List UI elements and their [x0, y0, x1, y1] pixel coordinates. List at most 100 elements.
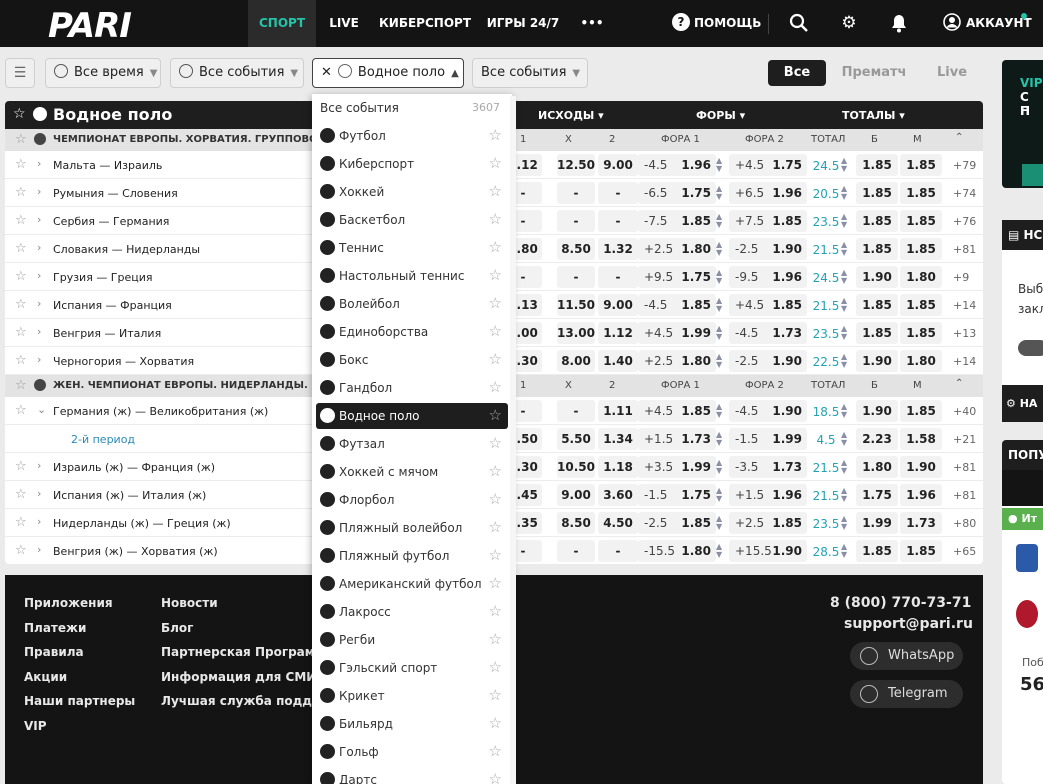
- arrows-icon[interactable]: ▲ ▼: [841, 403, 847, 419]
- more-markets[interactable]: +81: [953, 243, 976, 256]
- under-odds-cell[interactable]: 1.96: [900, 484, 942, 506]
- over-odds-cell[interactable]: 1.99: [856, 512, 898, 534]
- match-name[interactable]: Нидерланды (ж) — Греция (ж): [53, 517, 231, 530]
- star-icon[interactable]: ☆: [489, 322, 502, 340]
- footer-link[interactable]: Партнерская Программа: [161, 645, 333, 659]
- odds-cell-2[interactable]: -: [598, 210, 638, 232]
- star-icon[interactable]: ☆: [489, 126, 502, 144]
- odds-cell-x[interactable]: -: [557, 266, 595, 288]
- arrows-icon[interactable]: ▲ ▼: [841, 325, 847, 341]
- dropdown-sport-item[interactable]: Американский футбол ☆: [316, 571, 508, 597]
- handicap-2-cell[interactable]: +1.5 1.96: [729, 484, 807, 506]
- handicap-1-cell[interactable]: -6.5 1.75: [638, 182, 716, 204]
- arrows-icon[interactable]: ▲ ▼: [841, 431, 847, 447]
- star-icon[interactable]: ☆: [15, 241, 27, 256]
- star-icon[interactable]: ☆: [489, 350, 502, 368]
- match-name[interactable]: Мальта — Израиль: [53, 159, 162, 172]
- arrows-icon[interactable]: ▲ ▼: [716, 157, 722, 173]
- arrows-icon[interactable]: ▲ ▼: [716, 515, 722, 531]
- arrows-icon[interactable]: ▲ ▼: [841, 213, 847, 229]
- dropdown-sport-item[interactable]: Крикет ☆: [316, 683, 508, 709]
- promo-banner[interactable]: VIP С Н П: [1002, 60, 1043, 188]
- over-odds-cell[interactable]: 1.85: [856, 322, 898, 344]
- arrows-icon[interactable]: ▲ ▼: [716, 269, 722, 285]
- telegram-button[interactable]: Telegram: [850, 680, 963, 708]
- dropdown-sport-item[interactable]: Гэльский спорт ☆: [316, 655, 508, 681]
- dropdown-sport-item[interactable]: Гольф ☆: [316, 739, 508, 765]
- group-totals[interactable]: ТОТАЛЫ ▾: [842, 109, 905, 122]
- over-odds-cell[interactable]: 1.90: [856, 266, 898, 288]
- dropdown-sport-item[interactable]: Хоккей ☆: [316, 179, 508, 205]
- arrows-icon[interactable]: ▲ ▼: [841, 459, 847, 475]
- whatsapp-button[interactable]: WhatsApp: [850, 642, 963, 670]
- popular-tabs[interactable]: [1002, 470, 1043, 506]
- dropdown-all-events[interactable]: Все события 3607: [316, 95, 508, 121]
- odds-cell-2[interactable]: 1.11: [598, 400, 638, 422]
- search-icon[interactable]: [789, 13, 809, 33]
- more-markets[interactable]: +80: [953, 517, 976, 530]
- under-odds-cell[interactable]: 1.85: [900, 540, 942, 562]
- handicap-1-cell[interactable]: +2.5 1.80: [638, 238, 716, 260]
- segment-prematch[interactable]: Прематч: [838, 60, 910, 86]
- handicap-1-cell[interactable]: -15.5 1.80: [638, 540, 716, 562]
- period-name[interactable]: 2-й период: [71, 433, 135, 446]
- chevron-right-icon[interactable]: ›: [37, 325, 41, 338]
- promo-button[interactable]: [1022, 164, 1043, 186]
- over-odds-cell[interactable]: 1.75: [856, 484, 898, 506]
- under-odds-cell[interactable]: 1.85: [900, 400, 942, 422]
- star-icon[interactable]: ☆: [15, 459, 27, 474]
- match-name[interactable]: Грузия — Греция: [53, 271, 153, 284]
- dropdown-sport-item[interactable]: Теннис ☆: [316, 235, 508, 261]
- handicap-1-cell[interactable]: +4.5 1.99: [638, 322, 716, 344]
- odds-cell-x[interactable]: 10.50: [557, 456, 595, 478]
- star-icon[interactable]: ☆: [489, 546, 502, 564]
- arrows-icon[interactable]: ▲ ▼: [716, 297, 722, 313]
- arrows-icon[interactable]: ▲ ▼: [716, 353, 722, 369]
- chevron-right-icon[interactable]: ›: [37, 213, 41, 226]
- more-markets[interactable]: +81: [953, 461, 976, 474]
- handicap-2-cell[interactable]: +6.5 1.96: [729, 182, 807, 204]
- over-odds-cell[interactable]: 1.85: [856, 154, 898, 176]
- arrows-icon[interactable]: ▲ ▼: [716, 325, 722, 341]
- over-odds-cell[interactable]: 1.85: [856, 238, 898, 260]
- settings-link[interactable]: ⚙ НА: [1002, 385, 1043, 422]
- star-icon[interactable]: ☆: [489, 238, 502, 256]
- more-markets[interactable]: +14: [953, 355, 976, 368]
- handicap-2-cell[interactable]: +4.5 1.85: [729, 294, 807, 316]
- arrows-icon[interactable]: ▲ ▼: [716, 213, 722, 229]
- dropdown-sport-item[interactable]: Водное поло ☆: [316, 403, 508, 429]
- footer-link[interactable]: Наши партнеры: [24, 694, 135, 708]
- dropdown-sport-item[interactable]: Футбол ☆: [316, 123, 508, 149]
- chevron-right-icon[interactable]: ›: [37, 241, 41, 254]
- odds-cell-2[interactable]: 4.50: [598, 512, 638, 534]
- under-odds-cell[interactable]: 1.90: [900, 456, 942, 478]
- star-icon[interactable]: ☆: [489, 686, 502, 704]
- dropdown-sport-item[interactable]: Настольный теннис ☆: [316, 263, 508, 289]
- arrows-icon[interactable]: ▲ ▼: [841, 185, 847, 201]
- arrows-icon[interactable]: ▲ ▼: [716, 487, 722, 503]
- more-markets[interactable]: +74: [953, 187, 976, 200]
- star-icon[interactable]: ☆: [15, 543, 27, 558]
- handicap-1-cell[interactable]: -4.5 1.96: [638, 154, 716, 176]
- handicap-2-cell[interactable]: -3.5 1.73: [729, 456, 807, 478]
- chevron-right-icon[interactable]: ›: [37, 297, 41, 310]
- pari-logo[interactable]: PARI: [48, 6, 132, 46]
- star-icon[interactable]: ☆: [489, 742, 502, 760]
- dropdown-sport-item[interactable]: Единоборства ☆: [316, 319, 508, 345]
- match-name[interactable]: Испания — Франция: [53, 299, 172, 312]
- match-name[interactable]: Германия (ж) — Великобритания (ж): [53, 405, 268, 418]
- odds-cell-x[interactable]: 13.00: [557, 322, 595, 344]
- footer-link[interactable]: Новости: [161, 596, 218, 610]
- more-markets[interactable]: +21: [953, 433, 976, 446]
- chevron-right-icon[interactable]: ›: [37, 543, 41, 556]
- handicap-2-cell[interactable]: +15.5 1.90: [729, 540, 807, 562]
- group-outcomes[interactable]: ИСХОДЫ ▾: [538, 109, 604, 122]
- close-icon[interactable]: ✕: [321, 65, 332, 80]
- over-odds-cell[interactable]: 1.85: [856, 294, 898, 316]
- over-odds-cell[interactable]: 1.90: [856, 400, 898, 422]
- odds-cell-x[interactable]: 8.00: [557, 350, 595, 372]
- handicap-1-cell[interactable]: -7.5 1.85: [638, 210, 716, 232]
- star-icon[interactable]: ☆: [15, 213, 27, 228]
- dropdown-sport-item[interactable]: Футзал ☆: [316, 431, 508, 457]
- star-icon[interactable]: ☆: [15, 378, 27, 393]
